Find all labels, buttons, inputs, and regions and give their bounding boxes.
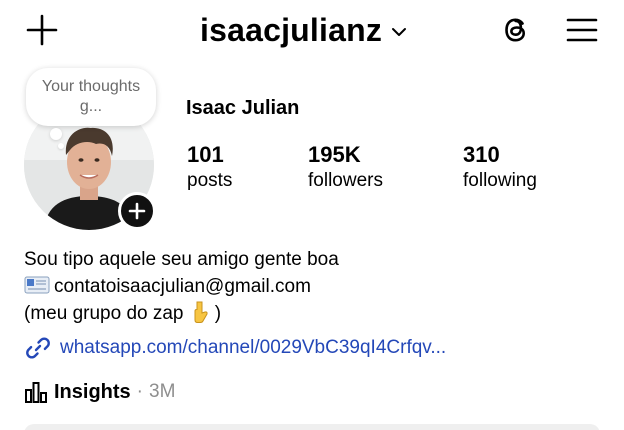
next-section-edge	[24, 424, 600, 430]
insights-button[interactable]: Insights · 3M	[24, 380, 175, 404]
plus-icon[interactable]	[24, 12, 60, 48]
link-icon	[26, 337, 50, 359]
bio: Sou tipo aquele seu amigo gente boa cont…	[24, 246, 339, 327]
note-bubble-tail-small	[58, 143, 64, 149]
insights-label: Insights	[54, 380, 131, 403]
envelope-icon	[24, 276, 50, 294]
link-text: whatsapp.com/channel/0029VbC39qI4Crfqv..…	[60, 337, 447, 358]
bio-line-1: Sou tipo aquele seu amigo gente boa	[24, 249, 339, 270]
display-name: Isaac Julian	[186, 97, 300, 119]
bio-line-3-text: (meu grupo do zap	[24, 303, 184, 324]
profile-username: isaacjulianz	[200, 11, 383, 48]
note-bubble-tail	[50, 128, 62, 140]
bio-line-3: (meu grupo do zap )	[24, 300, 339, 327]
posts-label: posts	[187, 170, 233, 191]
followers-stat[interactable]: 195K followers	[308, 142, 383, 194]
insights-separator: ·	[136, 381, 143, 402]
pointing-down-icon	[194, 301, 208, 323]
following-count: 310	[463, 142, 500, 167]
username-switcher[interactable]: isaacjulianz	[200, 10, 408, 50]
hamburger-menu-icon[interactable]	[564, 12, 600, 48]
followers-count: 195K	[308, 142, 361, 167]
posts-count: 101	[187, 142, 224, 167]
following-label: following	[463, 170, 537, 191]
bar-chart-icon	[25, 382, 47, 403]
bio-email-line: contatoisaacjulian@gmail.com	[24, 273, 339, 300]
note-text: Your thoughts g...	[41, 78, 141, 115]
bio-email: contatoisaacjulian@gmail.com	[54, 276, 311, 297]
plus-icon	[128, 202, 146, 220]
external-link[interactable]: whatsapp.com/channel/0029VbC39qI4Crfqv..…	[24, 334, 446, 362]
followers-label: followers	[308, 170, 383, 191]
insights-meta: 3M	[149, 381, 176, 402]
top-bar: isaacjulianz	[0, 0, 624, 60]
chevron-down-icon	[392, 28, 407, 36]
note-bubble[interactable]: Your thoughts g...	[26, 68, 156, 126]
posts-stat: 101 posts	[187, 142, 232, 194]
bio-line-3-end: )	[214, 303, 222, 324]
threads-icon[interactable]	[498, 12, 534, 48]
add-story-button[interactable]	[118, 192, 156, 230]
following-stat[interactable]: 310 following	[463, 142, 537, 194]
